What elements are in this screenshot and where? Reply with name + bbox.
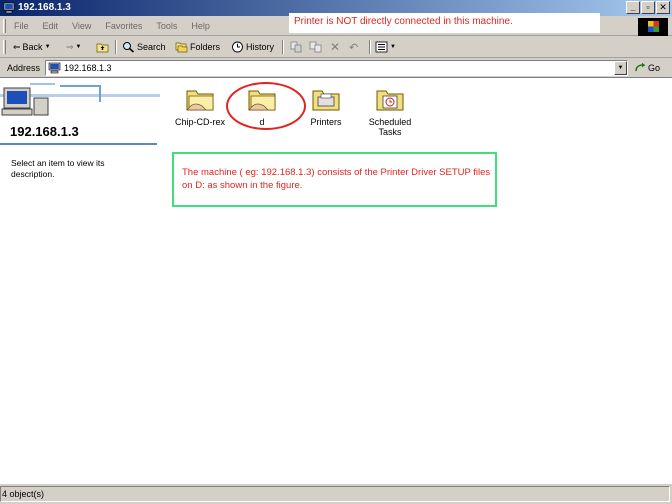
views-icon (375, 41, 388, 53)
menu-view[interactable]: View (72, 21, 91, 31)
menu-favorites[interactable]: Favorites (105, 21, 142, 31)
go-label: Go (648, 63, 661, 73)
menu-tools[interactable]: Tools (156, 21, 177, 31)
address-label: Address (7, 63, 41, 73)
history-button[interactable]: History (231, 40, 274, 54)
chevron-down-icon[interactable]: ▼ (390, 44, 396, 50)
search-icon (123, 42, 135, 53)
scheduled-tasks-icon (376, 90, 404, 111)
list-item[interactable]: Chip-CD-rex (170, 85, 230, 127)
folder-up-icon (96, 43, 109, 53)
list-item[interactable]: Printers (296, 85, 356, 127)
forward-button[interactable]: ⇒ ▼ (66, 40, 82, 54)
status-text: 4 object(s) (2, 489, 45, 499)
maximize-button[interactable]: ▫ (641, 1, 655, 14)
window-title: 192.168.1.3 (18, 2, 71, 13)
close-button[interactable]: ✕ (656, 1, 670, 14)
panel-description: Select an item to view its description. (11, 158, 105, 179)
windows-logo-icon (638, 18, 668, 36)
printers-folder-icon (312, 90, 340, 111)
folders-icon (175, 42, 188, 53)
address-bar: Address 192.168.1.3 ▼ Go (0, 58, 672, 78)
menu-edit[interactable]: Edit (43, 21, 59, 31)
web-view-panel: 192.168.1.3 Select an item to view its d… (0, 78, 160, 483)
address-input[interactable]: 192.168.1.3 ▼ (45, 60, 628, 76)
status-bar: 4 object(s) (0, 483, 672, 504)
copy-to-icon (309, 41, 322, 53)
chevron-down-icon[interactable]: ▼ (45, 44, 51, 50)
chevron-down-icon[interactable]: ▼ (76, 44, 82, 50)
back-label: Back (22, 42, 43, 52)
overlay-note: Printer is NOT directly connected in thi… (289, 13, 600, 33)
minimize-button[interactable]: _ (626, 1, 640, 14)
history-label: History (246, 42, 275, 52)
list-item[interactable]: Scheduled Tasks (360, 85, 420, 137)
move-to-button[interactable] (290, 40, 303, 54)
search-button[interactable]: Search (122, 40, 166, 54)
item-label: Printers (310, 117, 342, 127)
undo-button[interactable]: ↶ (349, 40, 358, 54)
back-arrow-icon: ⇐ (13, 41, 21, 52)
menu-help[interactable]: Help (191, 21, 210, 31)
menu-file[interactable]: File (14, 21, 29, 31)
folders-label: Folders (190, 42, 221, 52)
search-label: Search (137, 42, 166, 52)
menu-grip[interactable] (3, 19, 6, 33)
copy-to-button[interactable] (309, 40, 322, 54)
delete-button[interactable]: ✕ (330, 40, 340, 54)
undo-icon: ↶ (349, 41, 359, 54)
status-cell: 4 object(s) (0, 486, 670, 502)
forward-arrow-icon: ⇒ (66, 41, 74, 52)
folder-view[interactable]: 192.168.1.3 Select an item to view its d… (0, 78, 672, 483)
computer-icon (48, 62, 61, 74)
highlight-circle (226, 82, 306, 130)
panel-divider (0, 143, 157, 145)
toolbar-grip[interactable] (3, 40, 6, 54)
standard-toolbar: ⇐ Back ▼ ⇒ ▼ Search Folders History ✕ ↶ … (0, 36, 672, 58)
history-icon (232, 41, 243, 53)
move-to-icon (290, 41, 302, 53)
folders-button[interactable]: Folders (175, 40, 220, 54)
annotation-box: The machine ( eg: 192.168.1.3) consists … (172, 152, 497, 207)
computer-icon (3, 2, 15, 14)
item-label: Scheduled Tasks (368, 117, 412, 137)
go-arrow-icon (635, 62, 646, 72)
panel-title: 192.168.1.3 (10, 124, 79, 139)
views-button[interactable]: ▼ (375, 40, 396, 54)
delete-icon: ✕ (330, 40, 341, 54)
up-button[interactable] (96, 40, 109, 54)
address-value: 192.168.1.3 (64, 63, 112, 73)
item-label: Chip-CD-rex (174, 117, 225, 127)
back-button[interactable]: ⇐ Back ▼ (13, 40, 51, 54)
computer-graphic-icon (0, 83, 160, 116)
go-button[interactable]: Go (634, 62, 660, 74)
shared-folder-icon (186, 90, 214, 111)
address-dropdown-button[interactable]: ▼ (614, 61, 627, 75)
